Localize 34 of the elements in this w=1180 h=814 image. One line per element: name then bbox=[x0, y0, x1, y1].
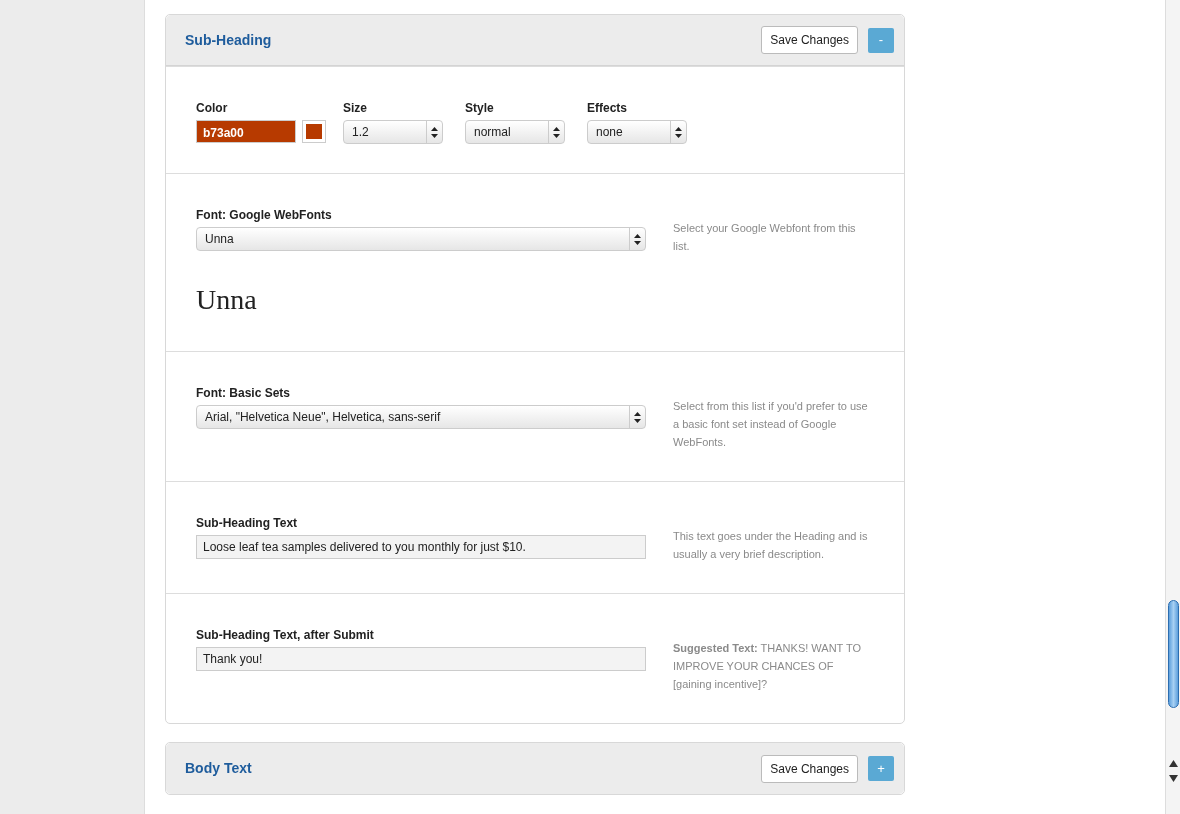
text-input[interactable]: Loose leaf tea samples delivered to you monthly for just $10. bbox=[196, 535, 646, 559]
panel-title: Body Text bbox=[185, 759, 253, 778]
dropdown[interactable]: Unna bbox=[196, 227, 646, 251]
save-changes-button[interactable]: Save Changes bbox=[761, 26, 858, 54]
panel-title: Sub-Heading bbox=[185, 30, 273, 50]
field-label: Font: Google WebFonts bbox=[196, 207, 333, 224]
select-arrows-icon bbox=[634, 233, 641, 245]
color-swatch[interactable] bbox=[302, 120, 326, 143]
field-label: Sub-Heading Text, after Submit bbox=[196, 627, 375, 644]
dropdown[interactable]: normal bbox=[465, 120, 565, 144]
dropdown[interactable]: none bbox=[587, 120, 687, 144]
dropdown[interactable]: 1.2 bbox=[343, 120, 443, 144]
select-arrows-icon bbox=[675, 126, 682, 138]
save-changes-button[interactable]: Save Changes bbox=[761, 754, 858, 783]
field-label: Style bbox=[465, 100, 495, 117]
select-arrows-icon bbox=[553, 126, 560, 138]
font-preview-text: Unna bbox=[196, 283, 258, 317]
color-input[interactable]: b73a00 bbox=[196, 120, 296, 143]
help-text: This text goes under the Heading and is usually a very brief description. bbox=[673, 529, 869, 562]
help-text: Select your Google Webfont from this list. bbox=[673, 221, 857, 254]
scrollbar-thumb[interactable] bbox=[1167, 600, 1179, 708]
text-input[interactable]: Thank you! bbox=[196, 647, 646, 671]
field-label: Color bbox=[196, 100, 229, 117]
select-arrows-icon bbox=[634, 411, 641, 423]
field-label: Font: Basic Sets bbox=[196, 385, 292, 402]
select-arrows-icon bbox=[431, 126, 438, 138]
help-text: Select from this list if you'd prefer to use a basic font set instead of Google WebFonts. bbox=[673, 399, 869, 450]
field-label: Effects bbox=[587, 100, 628, 117]
field-label: Size bbox=[343, 100, 368, 117]
scroll-up-icon[interactable] bbox=[1168, 760, 1178, 767]
dropdown[interactable]: Arial, "Helvetica Neue", Helvetica, sans-serif bbox=[196, 405, 646, 429]
help-text: Suggested Text: THANKS! WANT TO IMPROVE YOUR CHANCES OF [gaining incentive]? bbox=[673, 641, 863, 692]
scroll-down-icon[interactable] bbox=[1168, 775, 1178, 782]
field-label: Sub-Heading Text bbox=[196, 515, 299, 532]
